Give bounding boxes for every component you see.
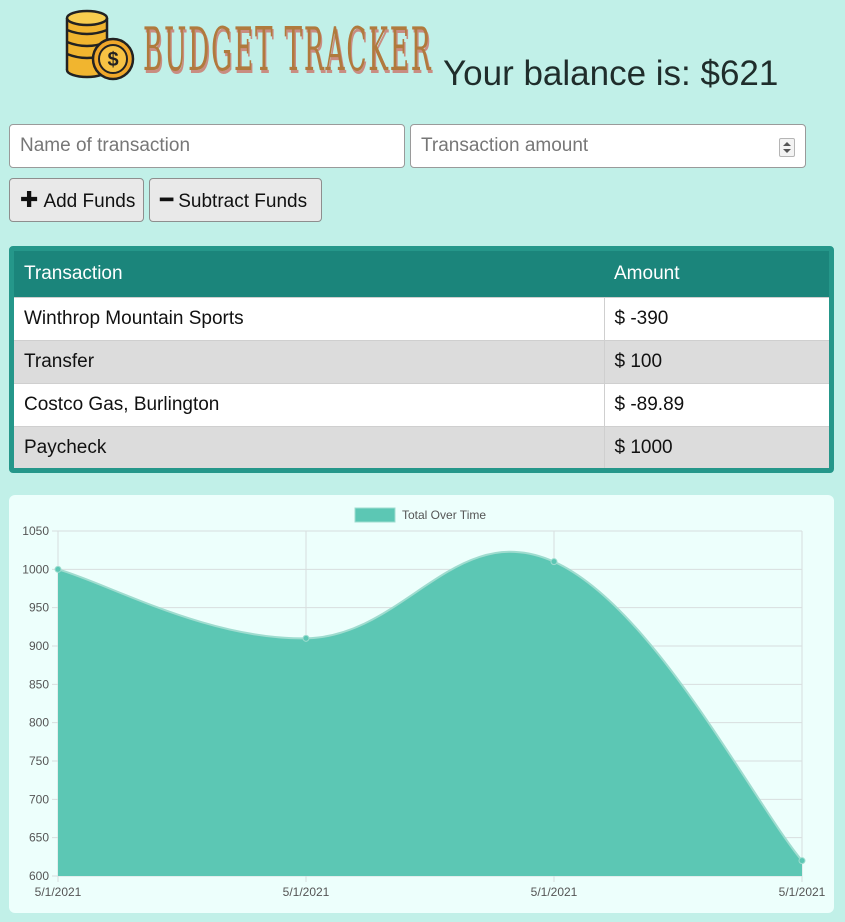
coins-icon: $	[65, 9, 135, 81]
x-tick-label: 5/1/2021	[779, 885, 826, 899]
column-header-amount: Amount	[604, 251, 829, 298]
minus-icon: ━	[160, 187, 174, 212]
transaction-name-input[interactable]: Name of transaction	[9, 124, 405, 168]
transaction-amount-cell: $ -390	[603, 297, 829, 341]
transaction-amount-input[interactable]: Transaction amount	[410, 124, 806, 168]
transactions-table: Transaction Amount Winthrop Mountain Spo…	[9, 246, 834, 473]
app-title: BUDGET TRACKER	[143, 15, 433, 85]
add-funds-button[interactable]: ✚ Add Funds	[9, 178, 144, 222]
y-tick-label: 950	[29, 601, 49, 615]
balance-chart-svg: 600 650 700 750 800 850 900 950 1000 1050 5/1/2021…	[22, 507, 826, 899]
transaction-amount-cell: $ 1000	[603, 426, 829, 468]
y-tick-label: 600	[29, 869, 49, 883]
y-tick-label: 850	[29, 677, 49, 691]
y-tick-label: 1000	[22, 562, 49, 576]
table-row: Paycheck $ 1000	[14, 426, 829, 468]
y-tick-label: 900	[29, 639, 49, 653]
y-tick-label: 700	[29, 792, 49, 806]
balance-text: Your balance is: $621	[443, 54, 779, 93]
x-tick-label: 5/1/2021	[35, 885, 82, 899]
data-point	[798, 857, 806, 865]
data-point	[550, 558, 558, 566]
area-fill	[58, 551, 802, 876]
subtract-funds-label: Subtract Funds	[178, 191, 308, 212]
data-point	[54, 565, 62, 573]
y-tick-label: 1050	[22, 524, 49, 538]
svg-text:$: $	[107, 49, 118, 71]
add-funds-label: Add Funds	[43, 191, 136, 212]
transaction-amount-cell: $ -89.89	[603, 383, 829, 427]
legend-label: Total Over Time	[402, 508, 486, 522]
transaction-name-cell: Winthrop Mountain Sports	[14, 297, 604, 341]
y-tick-label: 800	[29, 716, 49, 730]
amount-stepper[interactable]	[779, 138, 795, 157]
table-row: Costco Gas, Burlington $ -89.89	[14, 383, 829, 427]
x-tick-label: 5/1/2021	[283, 885, 330, 899]
transaction-name-cell: Paycheck	[14, 426, 604, 468]
x-tick-label: 5/1/2021	[531, 885, 578, 899]
legend-swatch	[354, 507, 396, 523]
table-row: Transfer $ 100	[14, 340, 829, 384]
transaction-name-cell: Costco Gas, Burlington	[14, 383, 604, 427]
transaction-amount-cell: $ 100	[603, 340, 829, 384]
transaction-amount-placeholder: Transaction amount	[421, 135, 589, 156]
balance-chart: 600 650 700 750 800 850 900 950 1000 1050 5/1/2021…	[9, 495, 834, 913]
column-header-transaction: Transaction	[14, 251, 604, 298]
y-tick-label: 650	[29, 831, 49, 845]
y-tick-label: 750	[29, 754, 49, 768]
transaction-name-cell: Transfer	[14, 340, 604, 384]
plus-icon: ✚	[20, 187, 39, 212]
table-row: Winthrop Mountain Sports $ -390	[14, 297, 829, 341]
header: $ BUDGET TRACKER Your balance is: $621	[0, 0, 845, 115]
subtract-funds-button[interactable]: ━ Subtract Funds	[149, 178, 322, 222]
data-point	[302, 634, 310, 642]
transaction-name-placeholder: Name of transaction	[20, 135, 191, 156]
